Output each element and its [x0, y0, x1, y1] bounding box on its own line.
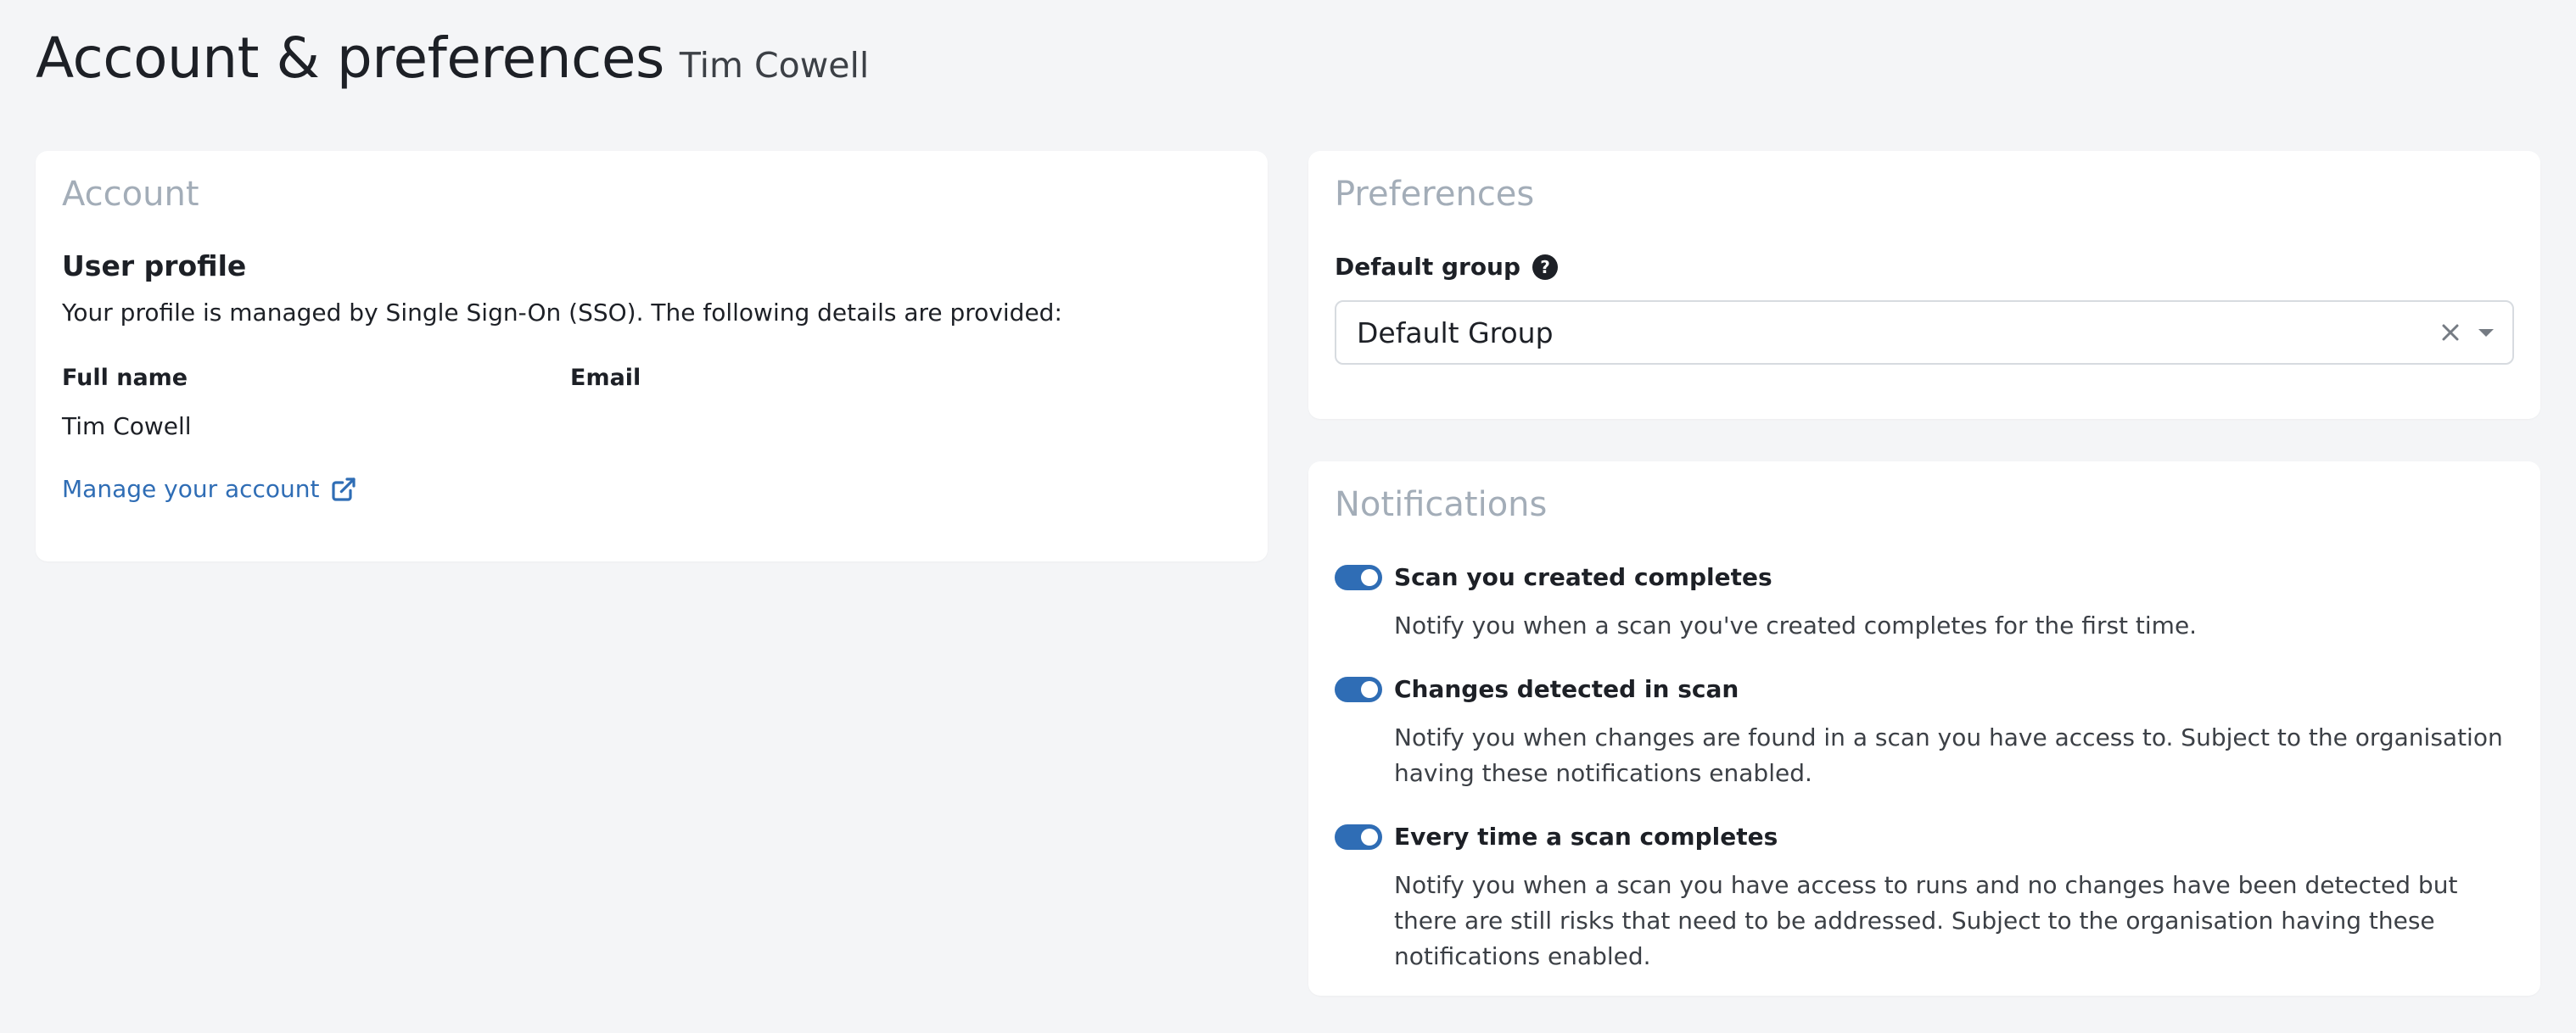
- notification-item: Every time a scan completes Notify you w…: [1335, 823, 2523, 974]
- external-link-icon: [330, 476, 357, 503]
- full-name-value: Tim Cowell: [62, 412, 192, 440]
- notifications-card: Notifications Scan you created completes…: [1308, 461, 2540, 996]
- account-card-title: Account: [62, 175, 199, 214]
- default-group-label-text: Default group: [1335, 253, 1521, 281]
- manage-account-label: Manage your account: [62, 475, 320, 503]
- sso-description: Your profile is managed by Single Sign-O…: [62, 299, 1062, 327]
- notification-toggle[interactable]: [1335, 564, 1382, 590]
- default-group-select[interactable]: Default Group: [1335, 300, 2514, 365]
- question-circle-icon[interactable]: ?: [1532, 254, 1559, 280]
- preferences-card-title: Preferences: [1335, 175, 1535, 214]
- notification-toggle[interactable]: [1335, 824, 1382, 850]
- page: Account & preferences Tim Cowell Account…: [0, 0, 2576, 1033]
- default-group-value: Default Group: [1357, 315, 1554, 349]
- manage-account-link[interactable]: Manage your account: [62, 475, 357, 503]
- preferences-card: Preferences Default group ? Default Grou…: [1308, 151, 2540, 419]
- notification-description: Notify you when changes are found in a s…: [1394, 723, 2503, 787]
- close-icon[interactable]: [2438, 320, 2463, 345]
- notification-title: Scan you created completes: [1394, 563, 1772, 591]
- default-group-label: Default group ?: [1335, 253, 1559, 281]
- notification-description: Notify you when a scan you've created co…: [1394, 611, 2198, 639]
- notifications-card-title: Notifications: [1335, 485, 1548, 524]
- notification-title: Changes detected in scan: [1394, 675, 1739, 703]
- notification-toggle[interactable]: [1335, 676, 1382, 702]
- account-card: Account User profile Your profile is man…: [36, 151, 1268, 561]
- full-name-label: Full name: [62, 365, 188, 391]
- user-name: Tim Cowell: [679, 45, 870, 86]
- notification-item: Changes detected in scan Notify you when…: [1335, 675, 2523, 791]
- notification-item: Scan you created completes Notify you wh…: [1335, 563, 2523, 644]
- page-title: Account & preferences: [36, 25, 664, 91]
- chevron-down-icon[interactable]: [2478, 328, 2494, 337]
- notification-title: Every time a scan completes: [1394, 823, 1778, 851]
- user-profile-title: User profile: [62, 249, 247, 282]
- notification-description: Notify you when a scan you have access t…: [1394, 871, 2458, 970]
- email-label: Email: [570, 365, 641, 391]
- page-header: Account & preferences Tim Cowell: [36, 25, 869, 91]
